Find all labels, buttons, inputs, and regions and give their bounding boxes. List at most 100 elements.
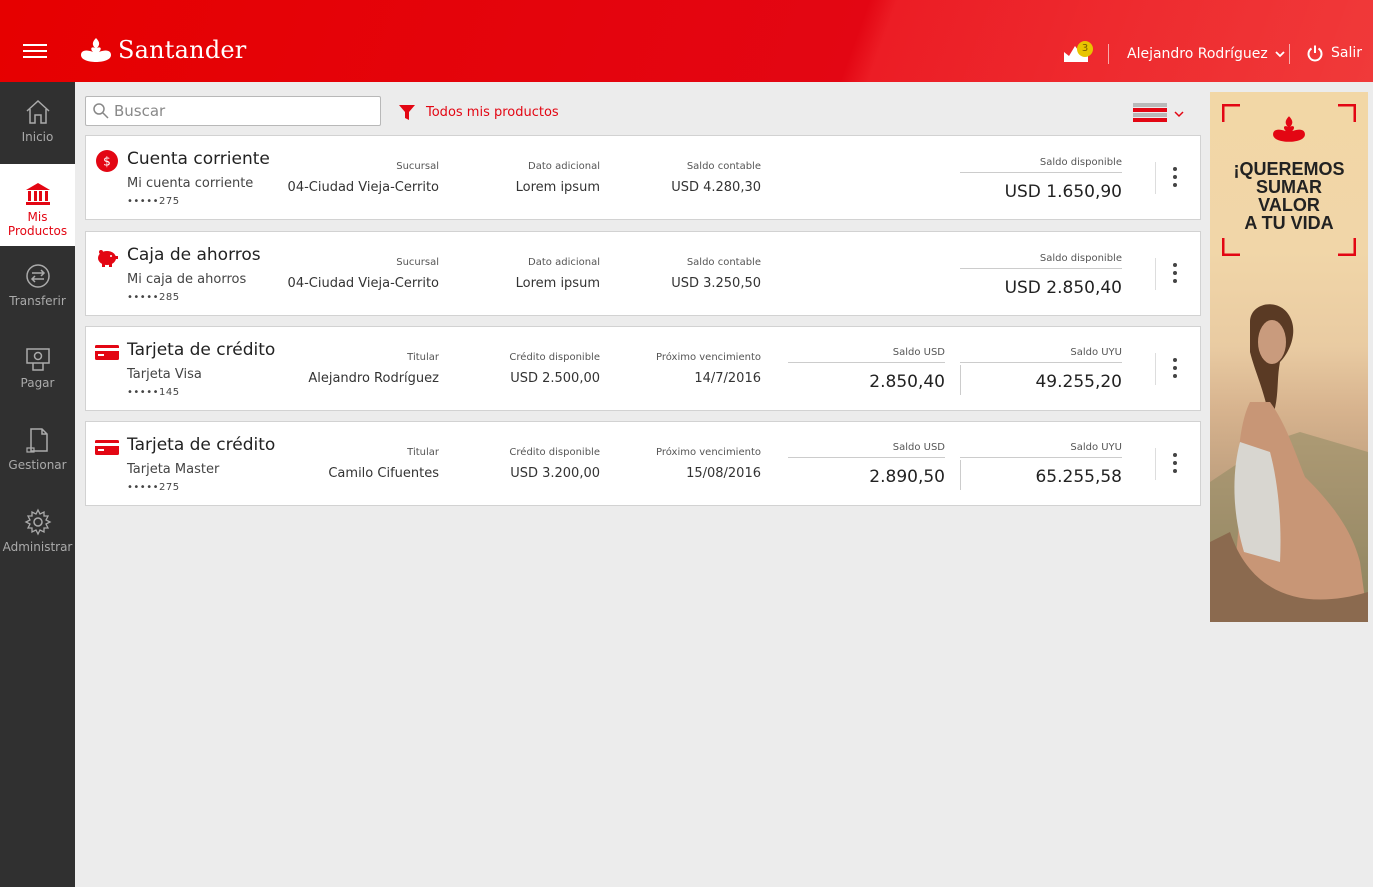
balance-value: USD 2.850,40	[1004, 278, 1122, 298]
header-sheen	[870, 0, 1373, 82]
divider	[1155, 258, 1156, 290]
product-subtitle: Tarjeta Visa	[127, 367, 202, 382]
search-box[interactable]	[85, 96, 381, 126]
product-title: Tarjeta de crédito	[127, 435, 276, 455]
logout-button[interactable]: Salir	[1306, 44, 1362, 62]
product-card[interactable]: Tarjeta de crédito Tarjeta Master •••••2…	[85, 421, 1201, 506]
sidebar-item-label: Mis Productos	[7, 210, 68, 238]
column-label: Crédito disponible	[509, 447, 600, 458]
santander-logo[interactable]: Santander	[80, 36, 246, 64]
product-title: Tarjeta de crédito	[127, 340, 276, 360]
column-label: Dato adicional	[528, 257, 600, 268]
available-credit-column: Crédito disponible USD 2.500,00	[509, 352, 600, 386]
bank-icon	[25, 183, 50, 205]
promo-line: SUMAR	[1256, 177, 1322, 197]
power-icon	[1307, 45, 1323, 62]
promo-headline: ¡QUEREMOS SUMAR VALOR A TU VIDA	[1210, 160, 1368, 232]
balance-value: 2.890,50	[869, 467, 945, 487]
column-value: Alejandro Rodríguez	[308, 371, 439, 386]
balance-value: 2.850,40	[869, 372, 945, 392]
sidebar-item-transferir[interactable]: Transferir	[0, 246, 75, 328]
credit-card-icon	[95, 440, 119, 455]
divider	[1155, 353, 1156, 385]
product-subtitle: Mi caja de ahorros	[127, 272, 247, 287]
column-label: Titular	[407, 352, 439, 363]
more-options-icon[interactable]	[1169, 167, 1181, 189]
user-menu[interactable]: Alejandro Rodríguez	[1127, 46, 1286, 62]
product-title: Caja de ahorros	[127, 245, 261, 265]
more-options-icon[interactable]	[1169, 453, 1181, 475]
book-balance-column: Saldo contable USD 3.250,50	[671, 257, 761, 291]
column-value: 15/08/2016	[686, 466, 761, 481]
account-number: •••••285	[127, 292, 180, 303]
available-credit-column: Crédito disponible USD 3.200,00	[509, 447, 600, 481]
extra-data-column: Dato adicional Lorem ipsum	[516, 161, 600, 195]
product-subtitle: Tarjeta Master	[127, 462, 220, 477]
sidebar-item-inicio[interactable]: Inicio	[0, 82, 75, 164]
credit-card-icon	[95, 345, 119, 360]
product-subtitle: Mi cuenta corriente	[127, 176, 254, 191]
product-card[interactable]: Caja de ahorros Mi caja de ahorros •••••…	[85, 231, 1201, 316]
header-separator	[1108, 44, 1109, 64]
brand-name: Santander	[118, 36, 247, 64]
balance-uyu: Saldo UYU 65.255,58	[960, 442, 1122, 487]
column-label: Sucursal	[396, 257, 439, 268]
more-options-icon[interactable]	[1169, 263, 1181, 285]
piggy-bank-icon	[98, 250, 118, 267]
available-balance: Saldo disponible USD 1.650,90	[960, 157, 1122, 202]
promo-line: A TU VIDA	[1244, 213, 1334, 233]
sidebar-item-label: Gestionar	[8, 458, 67, 472]
column-value: Lorem ipsum	[515, 276, 600, 291]
sidebar-item-label: Administrar	[2, 540, 73, 554]
promo-line: VALOR	[1258, 195, 1320, 215]
woman-photo-illustration	[1210, 304, 1368, 622]
notifications-badge: 3	[1077, 41, 1093, 57]
flag-icon[interactable]	[1133, 103, 1167, 123]
user-name: Alejandro Rodríguez	[1127, 46, 1268, 62]
home-icon	[25, 99, 50, 124]
extra-data-column: Dato adicional Lorem ipsum	[516, 257, 600, 291]
dollar-icon: $	[96, 150, 118, 172]
column-label: Sucursal	[396, 161, 439, 172]
balance-label: Saldo USD	[788, 347, 945, 363]
column-value: 14/7/2016	[694, 371, 761, 386]
menu-icon[interactable]	[23, 44, 47, 62]
search-input[interactable]	[114, 102, 374, 120]
product-filter[interactable]: Todos mis productos	[398, 103, 559, 121]
product-card[interactable]: $ Cuenta corriente Mi cuenta corriente •…	[85, 135, 1201, 220]
sidebar-item-gestionar[interactable]: Gestionar	[0, 410, 75, 492]
sidebar-item-administrar[interactable]: Administrar	[0, 492, 75, 574]
sidebar-item-label: Pagar	[20, 376, 55, 390]
sidebar-item-label: Transferir	[9, 294, 66, 308]
divider	[1155, 448, 1156, 480]
pay-icon	[25, 348, 50, 371]
chevron-down-icon	[1275, 51, 1285, 58]
column-label: Crédito disponible	[509, 352, 600, 363]
balance-label: Saldo disponible	[960, 253, 1122, 269]
balance-usd: Saldo USD 2.890,50	[788, 442, 945, 487]
balance-value: USD 1.650,90	[1004, 182, 1122, 202]
filter-label: Todos mis productos	[426, 104, 559, 120]
balance-uyu: Saldo UYU 49.255,20	[960, 347, 1122, 392]
column-value: USD 3.200,00	[510, 466, 600, 481]
chevron-down-icon[interactable]	[1173, 108, 1185, 120]
column-label: Próximo vencimiento	[655, 352, 761, 363]
available-balance: Saldo disponible USD 2.850,40	[960, 253, 1122, 298]
column-value: USD 2.500,00	[510, 371, 600, 386]
sidebar-item-mis-productos[interactable]: Mis Productos	[0, 164, 75, 246]
column-value: 04-Ciudad Vieja-Cerrito	[287, 180, 439, 195]
balance-label: Saldo UYU	[960, 347, 1122, 363]
transfer-icon	[25, 264, 50, 288]
holder-column: Titular Alejandro Rodríguez	[308, 352, 439, 386]
column-label: Próximo vencimiento	[655, 447, 761, 458]
more-options-icon[interactable]	[1169, 358, 1181, 380]
column-value: Lorem ipsum	[515, 180, 600, 195]
product-card[interactable]: Tarjeta de crédito Tarjeta Visa •••••145…	[85, 326, 1201, 411]
promo-banner[interactable]: ¡QUEREMOS SUMAR VALOR A TU VIDA	[1210, 92, 1368, 622]
top-header: Santander 3 Alejandro Rodríguez Salir	[0, 0, 1373, 82]
sidebar-item-pagar[interactable]: Pagar	[0, 328, 75, 410]
account-number: •••••275	[127, 196, 180, 207]
account-number: •••••145	[127, 387, 180, 398]
logout-label: Salir	[1331, 45, 1363, 61]
account-number: •••••275	[127, 482, 180, 493]
